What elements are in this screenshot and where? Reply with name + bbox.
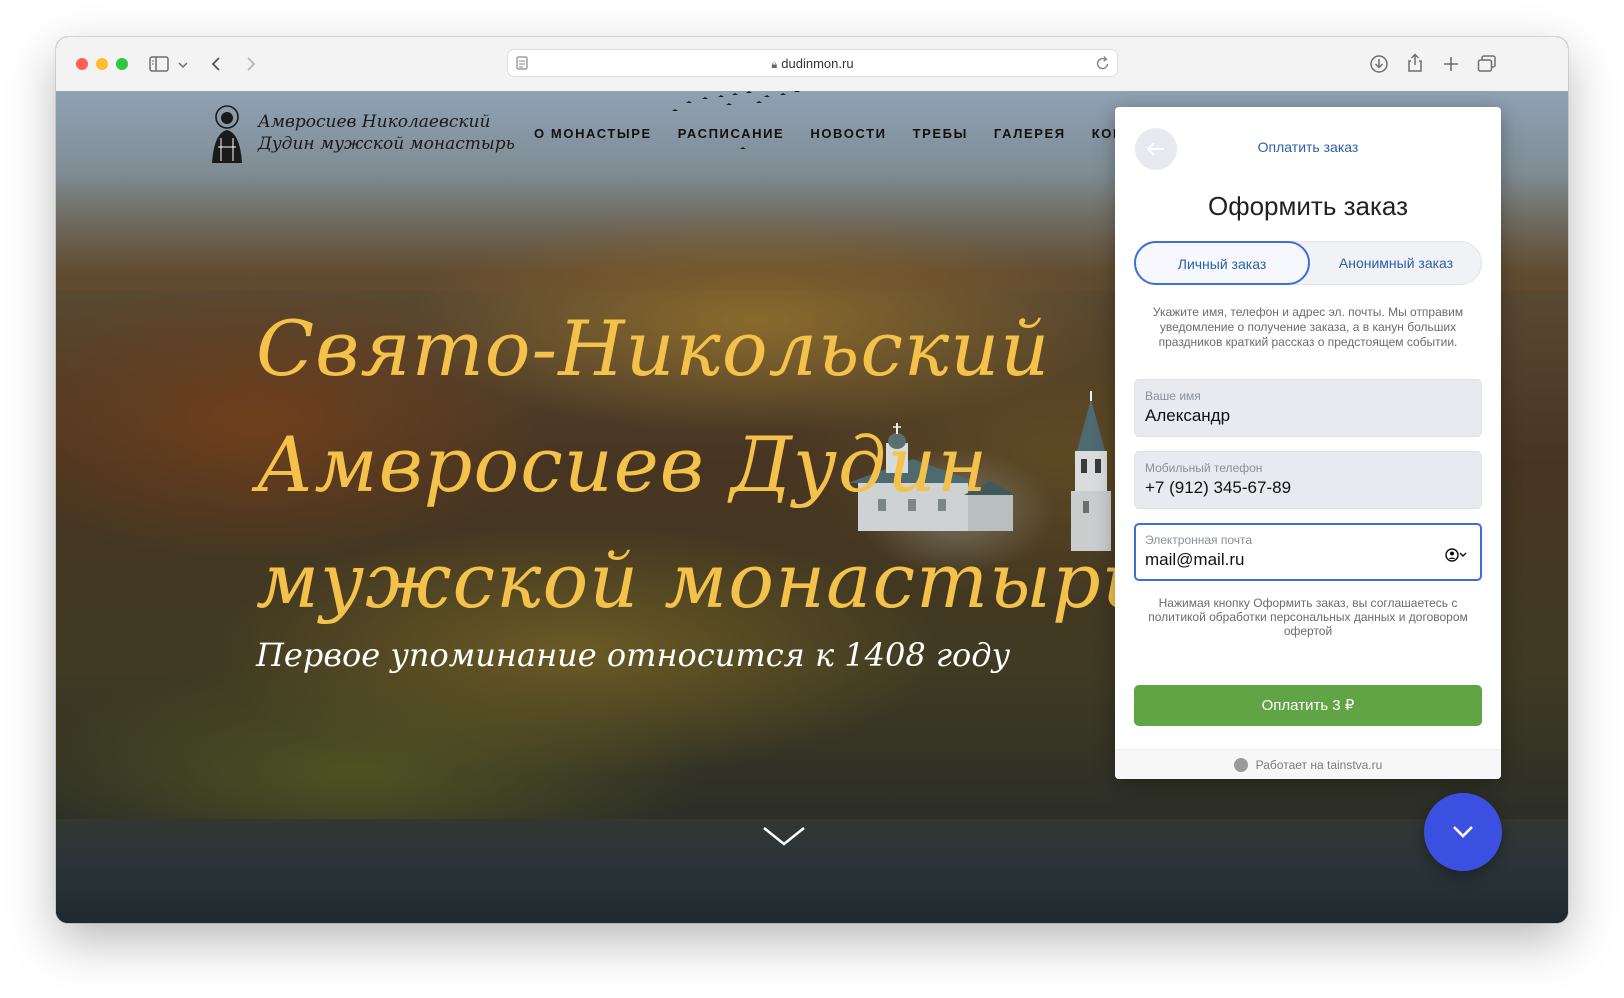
tab-anonymous-order[interactable]: Анонимный заказ — [1311, 242, 1481, 284]
hero-subtitle: Первое упоминание относится к 1408 году — [256, 636, 1011, 674]
powered-by[interactable]: Работает на tainstva.ru — [1115, 758, 1501, 772]
url-text: 🔒︎ dudinmon.ru — [508, 56, 1117, 72]
phone-field-label: Мобильный телефон — [1145, 461, 1263, 475]
page-viewport: Амвросиев Николаевский Дудин мужской мон… — [56, 91, 1568, 923]
plus-icon[interactable] — [1440, 52, 1462, 79]
email-field-label: Электронная почта — [1145, 533, 1253, 547]
order-panel: Оплатить заказ Оформить заказ Личный зак… — [1115, 107, 1501, 779]
name-field-label: Ваше имя — [1145, 389, 1201, 403]
close-window-button[interactable] — [76, 58, 88, 70]
nav-item-gallery[interactable]: ГАЛЕРЕЯ — [994, 126, 1066, 141]
share-icon[interactable] — [1404, 52, 1426, 80]
panel-title: Оформить заказ — [1207, 191, 1409, 221]
zoom-window-button[interactable] — [116, 58, 128, 70]
nav-item-news[interactable]: НОВОСТИ — [810, 126, 886, 141]
logo-text: Амвросиев Николаевский Дудин мужской мон… — [258, 111, 515, 155]
hero-title-line-3: мужской монастырь — [256, 536, 1144, 625]
email-input[interactable] — [1145, 550, 1435, 570]
chevron-down-icon — [1453, 826, 1473, 838]
nav-item-about[interactable]: О МОНАСТЫРЕ — [534, 126, 652, 141]
saint-icon — [212, 105, 242, 163]
address-bar[interactable]: 🔒︎ dudinmon.ru — [507, 49, 1118, 77]
user-circle-icon — [1233, 758, 1248, 772]
lock-icon: 🔒︎ — [771, 58, 778, 71]
pay-button[interactable]: Оплатить 3 ₽ — [1134, 685, 1482, 726]
chevron-down-icon[interactable] — [176, 52, 190, 76]
tabs-overview-icon[interactable] — [1476, 52, 1498, 80]
hero-title: Свято-Никольский Амвросиев Дудин мужской… — [256, 291, 1144, 639]
river-background — [56, 819, 1568, 923]
hero-title-line-1: Свято-Никольский — [256, 304, 1051, 393]
order-type-switch: Личный заказ Анонимный заказ — [1134, 241, 1482, 285]
browser-window: 🔒︎ dudinmon.ru Амвросиев Николаевский Ду… — [56, 37, 1568, 923]
name-field[interactable]: Ваше имя — [1134, 379, 1482, 437]
consent-text: Нажимая кнопку Оформить заказ, вы соглаш… — [1148, 596, 1468, 638]
site-logo[interactable]: Амвросиев Николаевский Дудин мужской мон… — [204, 101, 515, 171]
powered-by-text: Работает на tainstva.ru — [1255, 758, 1383, 772]
logo-line-1: Амвросиев Николаевский — [258, 112, 491, 132]
panel-header: Оплатить заказ — [1257, 139, 1359, 155]
chevron-right-icon[interactable] — [242, 52, 260, 79]
name-input[interactable] — [1145, 406, 1435, 426]
autofill-contact-icon[interactable] — [1444, 547, 1470, 563]
url-value: dudinmon.ru — [781, 56, 854, 71]
email-field[interactable]: Электронная почта — [1134, 523, 1482, 581]
tab-personal-order[interactable]: Личный заказ — [1134, 241, 1310, 285]
chevron-left-icon[interactable] — [207, 52, 225, 79]
phone-input[interactable] — [1145, 478, 1435, 498]
panel-footer: Работает на tainstva.ru — [1115, 749, 1501, 779]
reload-icon[interactable] — [1096, 55, 1110, 76]
minimize-window-button[interactable] — [96, 58, 108, 70]
main-nav: О МОНАСТЫРЕ РАСПИСАНИЕ НОВОСТИ ТРЕБЫ ГАЛ… — [534, 126, 1150, 141]
phone-field[interactable]: Мобильный телефон — [1134, 451, 1482, 509]
scroll-down-icon[interactable] — [762, 825, 806, 847]
nav-item-schedule[interactable]: РАСПИСАНИЕ — [678, 126, 785, 141]
hero-title-line-2: Амвросиев Дудин — [256, 420, 989, 509]
browser-toolbar: 🔒︎ dudinmon.ru — [56, 37, 1568, 92]
logo-line-2: Дудин мужской монастырь — [258, 134, 515, 154]
download-icon[interactable] — [1368, 52, 1390, 81]
sidebar-icon[interactable] — [148, 52, 170, 79]
order-description: Укажите имя, телефон и адрес эл. почты. … — [1152, 305, 1464, 349]
scroll-toggle-button[interactable] — [1424, 793, 1502, 871]
bell-tower-image — [1071, 391, 1111, 551]
nav-item-services[interactable]: ТРЕБЫ — [913, 126, 968, 141]
